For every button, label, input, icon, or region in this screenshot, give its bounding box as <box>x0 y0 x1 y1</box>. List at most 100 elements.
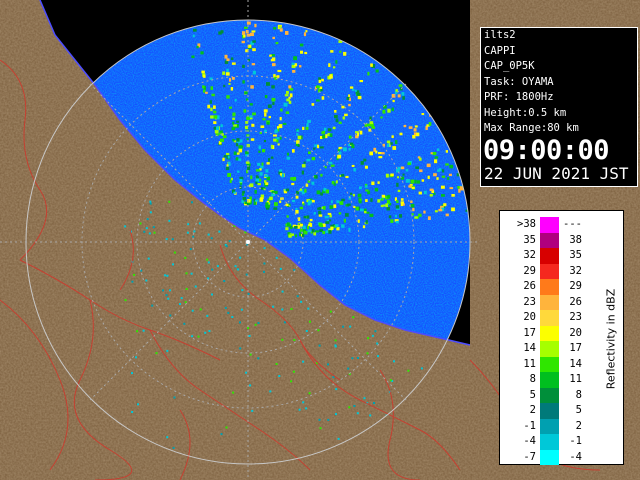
echo-pixel <box>250 175 253 180</box>
echo-pixel <box>421 113 425 116</box>
echo-pixel <box>231 316 234 318</box>
echo-pixel <box>229 78 232 82</box>
echo-pixel <box>449 187 454 190</box>
echo-pixel <box>344 113 348 117</box>
echo-pixel <box>325 230 329 234</box>
echo-pixel <box>386 200 391 204</box>
legend-color-swatch <box>540 449 559 465</box>
echo-pixel <box>139 222 142 225</box>
echo-pixel <box>378 152 382 155</box>
legend-upper-bound: 26 <box>569 295 582 308</box>
echo-pixel <box>254 23 257 28</box>
legend-color-swatch <box>540 263 559 279</box>
echo-pixel <box>308 151 311 155</box>
echo-pixel <box>370 198 373 202</box>
legend-color-swatch <box>540 434 559 450</box>
echo-pixel <box>307 307 310 310</box>
echo-pixel <box>162 289 164 292</box>
echo-pixel <box>321 78 324 82</box>
echo-pixel <box>330 200 333 204</box>
echo-pixel <box>179 303 181 305</box>
echo-pixel <box>136 330 139 333</box>
echo-pixel <box>279 28 283 32</box>
echo-pixel <box>209 100 212 104</box>
echo-pixel <box>380 198 384 201</box>
echo-pixel <box>238 148 243 153</box>
echo-pixel <box>275 256 278 259</box>
echo-pixel <box>303 230 308 235</box>
echo-pixel <box>319 427 322 430</box>
legend-lower-bound: 29 <box>523 264 536 277</box>
echo-pixel <box>233 191 236 194</box>
echo-pixel <box>303 161 306 164</box>
echo-pixel <box>211 93 215 97</box>
echo-pixel <box>400 201 405 204</box>
echo-pixel <box>222 157 225 162</box>
echo-pixel <box>318 211 322 215</box>
legend-lower-bound: 23 <box>523 295 536 308</box>
echo-pixel <box>273 27 277 30</box>
echo-pixel <box>265 202 269 205</box>
echo-pixel <box>254 323 257 326</box>
echo-pixel <box>237 268 240 271</box>
echo-pixel <box>385 203 389 208</box>
echo-pixel <box>192 235 195 238</box>
echo-pixel <box>276 137 280 140</box>
echo-pixel <box>260 194 265 198</box>
echo-pixel <box>142 329 145 332</box>
echo-pixel <box>381 152 385 155</box>
echo-pixel <box>272 57 276 61</box>
echo-pixel <box>238 145 243 149</box>
echo-pixel <box>245 273 248 276</box>
echo-pixel <box>131 372 133 375</box>
echo-pixel <box>295 234 298 238</box>
legend-color-swatch <box>540 310 559 326</box>
echo-pixel <box>351 144 355 149</box>
echo-pixel <box>380 204 384 208</box>
echo-pixel <box>351 88 355 91</box>
echo-pixel <box>259 172 263 176</box>
echo-pixel <box>393 360 395 363</box>
echo-pixel <box>327 212 332 215</box>
echo-pixel <box>191 201 193 204</box>
echo-pixel <box>457 186 460 189</box>
legend-color-swatch <box>540 232 559 248</box>
echo-pixel <box>328 219 332 222</box>
echo-pixel <box>226 58 230 62</box>
echo-pixel <box>252 48 256 52</box>
echo-pixel <box>329 76 333 79</box>
echo-pixel <box>318 344 321 347</box>
echo-pixel <box>280 108 283 112</box>
echo-pixel <box>250 85 254 89</box>
echo-pixel <box>201 70 205 74</box>
echo-pixel <box>299 43 304 47</box>
echo-pixel <box>263 247 266 250</box>
echo-pixel <box>311 157 316 161</box>
echo-pixel <box>377 199 381 203</box>
echo-pixel <box>351 357 354 360</box>
echo-pixel <box>390 219 394 223</box>
echo-pixel <box>258 145 261 150</box>
echo-pixel <box>285 188 290 192</box>
echo-pixel <box>369 213 374 217</box>
legend-row: >38 --- <box>500 217 623 233</box>
echo-pixel <box>324 215 329 219</box>
echo-pixel <box>260 165 264 169</box>
echo-pixel <box>243 34 246 38</box>
echo-pixel <box>180 297 183 300</box>
echo-pixel <box>433 173 437 177</box>
echo-pixel <box>166 349 169 352</box>
echo-pixel <box>152 226 155 229</box>
echo-pixel <box>441 169 445 173</box>
echo-pixel <box>251 30 256 33</box>
echo-pixel <box>330 226 334 230</box>
echo-pixel <box>239 178 243 183</box>
echo-pixel <box>322 134 326 139</box>
echo-pixel <box>309 320 311 323</box>
echo-pixel <box>438 168 442 171</box>
echo-pixel <box>135 356 137 359</box>
echo-pixel <box>278 124 283 129</box>
echo-pixel <box>316 85 320 89</box>
echo-pixel <box>226 164 229 167</box>
echo-pixel <box>432 152 437 156</box>
